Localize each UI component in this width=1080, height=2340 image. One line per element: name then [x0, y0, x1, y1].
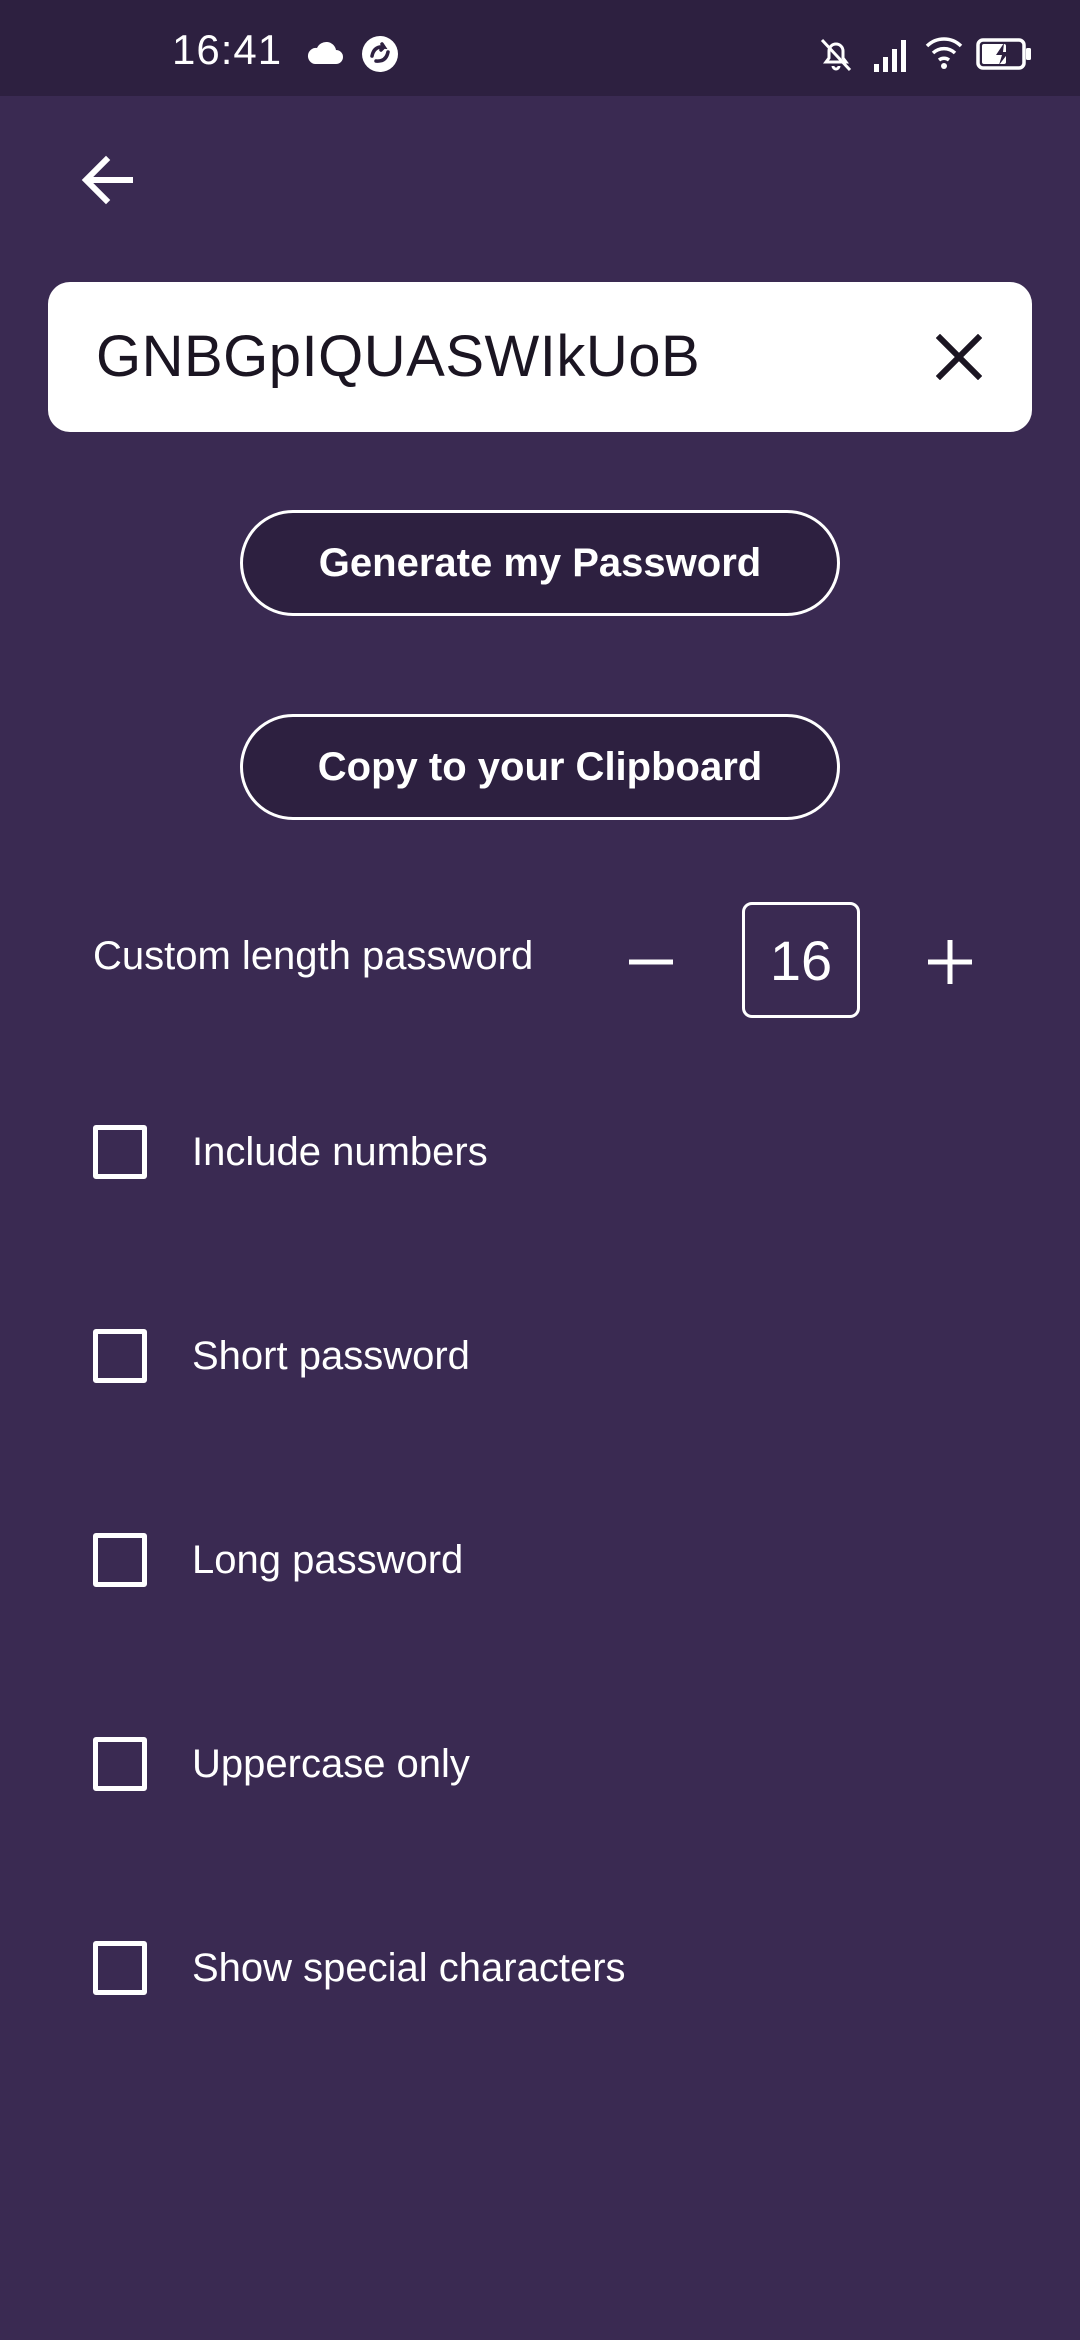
increment-length-button[interactable]	[910, 922, 990, 1002]
uppercase-only-checkbox[interactable]	[93, 1737, 147, 1791]
option-label: Include numbers	[192, 1129, 488, 1174]
option-label: Uppercase only	[192, 1741, 470, 1786]
status-time: 16:41	[172, 26, 283, 73]
generate-password-button[interactable]: Generate my Password	[240, 510, 840, 616]
option-label: Long password	[192, 1537, 464, 1582]
option-long-password[interactable]: Long password	[93, 1530, 463, 1590]
include-numbers-checkbox[interactable]	[93, 1125, 147, 1179]
signal-icon	[874, 40, 906, 72]
wifi-icon	[925, 37, 963, 69]
option-include-numbers[interactable]: Include numbers	[93, 1122, 488, 1182]
option-uppercase-only[interactable]: Uppercase only	[93, 1734, 470, 1794]
close-icon	[936, 334, 982, 380]
option-short-password[interactable]: Short password	[93, 1326, 470, 1386]
short-password-checkbox[interactable]	[93, 1329, 147, 1383]
bell-muted-icon	[820, 38, 852, 72]
status-bar: 16:41	[0, 0, 1080, 96]
show-special-characters-checkbox[interactable]	[93, 1941, 147, 1995]
option-label: Short password	[192, 1333, 470, 1378]
password-value[interactable]: GNBGpIQUASWIkUoB	[96, 282, 700, 432]
clear-button[interactable]	[924, 322, 994, 392]
copy-to-clipboard-button[interactable]: Copy to your Clipboard	[240, 714, 840, 820]
length-value[interactable]: 16	[742, 902, 860, 1018]
arrow-left-icon	[81, 155, 133, 205]
password-field[interactable]: GNBGpIQUASWIkUoB	[48, 282, 1032, 432]
battery-charging-icon	[976, 38, 1031, 70]
decrement-length-button[interactable]	[611, 922, 691, 1002]
option-show-special-characters[interactable]: Show special characters	[93, 1938, 626, 1998]
back-button[interactable]	[70, 142, 146, 218]
sync-badge-icon	[362, 36, 398, 72]
cloud-icon	[307, 41, 343, 64]
minus-icon	[629, 959, 673, 965]
length-label: Custom length password	[93, 934, 534, 978]
plus-icon	[928, 940, 972, 984]
option-label: Show special characters	[192, 1945, 626, 1990]
long-password-checkbox[interactable]	[93, 1533, 147, 1587]
